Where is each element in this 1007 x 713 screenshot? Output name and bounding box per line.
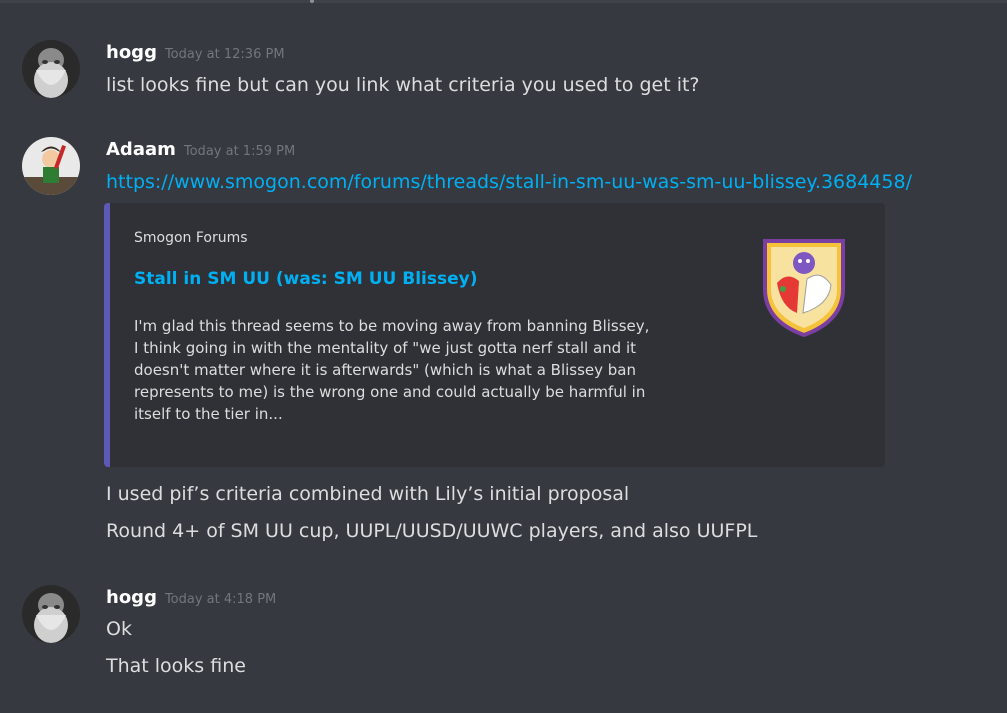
message-text: Round 4+ of SM UU cup, UUPL/UUSD/UUWC pl… bbox=[106, 520, 758, 542]
embed-description-line: doesn't matter where it is afterwards" (… bbox=[134, 361, 637, 379]
avatar-adaam-image bbox=[22, 137, 80, 195]
username[interactable]: Adaam bbox=[106, 139, 176, 160]
embed-description-line: I'm glad this thread seems to be moving … bbox=[134, 317, 650, 335]
typing-indicator-dot bbox=[310, 0, 314, 3]
message-text: Ok bbox=[106, 618, 132, 640]
message-header: hogg Today at 12:36 PM bbox=[106, 42, 285, 63]
embed-description-line: I think going in with the mentality of "… bbox=[134, 339, 637, 357]
embed-description: I'm glad this thread seems to be moving … bbox=[134, 315, 734, 425]
embed-description-line: itself to the tier in... bbox=[134, 405, 283, 423]
thread-link[interactable]: https://www.smogon.com/forums/threads/st… bbox=[106, 171, 912, 193]
message-text: That looks fine bbox=[106, 655, 246, 677]
avatar-hogg[interactable] bbox=[22, 585, 80, 643]
message-header: hogg Today at 4:18 PM bbox=[106, 587, 276, 608]
embed-provider[interactable]: Smogon Forums bbox=[134, 230, 248, 246]
message-text: I used pif’s criteria combined with Lily… bbox=[106, 483, 630, 505]
embed-title[interactable]: Stall in SM UU (was: SM UU Blissey) bbox=[134, 269, 478, 289]
message-header: Adaam Today at 1:59 PM bbox=[106, 139, 295, 160]
embed-description-line: represents to me) is the wrong one and c… bbox=[134, 383, 646, 401]
timestamp[interactable]: Today at 4:18 PM bbox=[165, 592, 276, 607]
username[interactable]: hogg bbox=[106, 42, 157, 63]
link-embed: Smogon Forums Stall in SM UU (was: SM UU… bbox=[104, 203, 885, 467]
avatar-hogg[interactable] bbox=[22, 40, 80, 98]
timestamp[interactable]: Today at 1:59 PM bbox=[184, 144, 295, 159]
timestamp[interactable]: Today at 12:36 PM bbox=[165, 47, 285, 62]
avatar-adaam[interactable] bbox=[22, 137, 80, 195]
smogon-shield-logo-icon[interactable] bbox=[757, 233, 851, 338]
message-text: list looks fine but can you link what cr… bbox=[106, 74, 700, 96]
username[interactable]: hogg bbox=[106, 587, 157, 608]
avatar-hogg-image bbox=[22, 40, 80, 98]
top-divider bbox=[0, 0, 1007, 3]
avatar-hogg-image bbox=[22, 585, 80, 643]
